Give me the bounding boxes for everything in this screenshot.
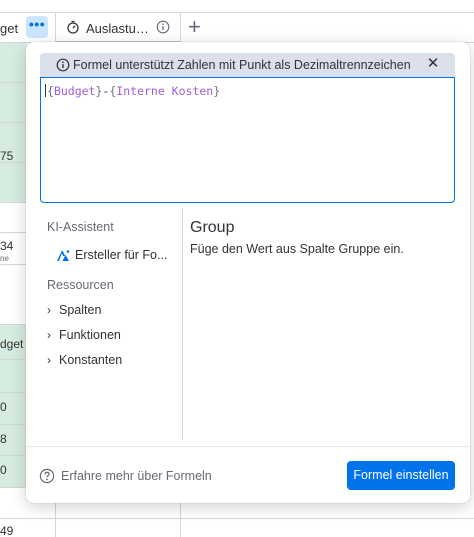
detail-title: Group [190, 219, 235, 236]
row-divider [0, 392, 27, 393]
row-divider [0, 324, 27, 325]
cell-value[interactable]: 0 [0, 463, 7, 477]
column-divider [55, 503, 56, 537]
chevron-right-icon: › [47, 303, 51, 317]
column-divider [180, 12, 181, 43]
info-icon[interactable] [156, 20, 170, 34]
formula-text[interactable]: {Budget}-{Interne Kosten} [45, 84, 220, 98]
row-divider [0, 264, 27, 265]
formula-editor-dialog: Formel unterstützt Zahlen mit Punkt als … [26, 42, 470, 503]
left-column-gap [0, 202, 27, 324]
column-header-budget[interactable]: dget [0, 337, 23, 351]
formula-builder-item[interactable]: Ersteller für Fo... [75, 248, 167, 262]
formula-token-ref: Budget [53, 84, 96, 98]
decimal-notice-banner: Formel unterstützt Zahlen mit Punkt als … [40, 53, 455, 77]
cell-value[interactable]: 49 [0, 524, 13, 537]
text-caret [45, 84, 46, 97]
sidebar-item-funktionen[interactable]: › Funktionen [47, 328, 121, 350]
sidebar-item-konstanten[interactable]: › Konstanten [47, 353, 122, 375]
column-more-button[interactable]: ••• [26, 16, 48, 38]
formula-token-brace: { [47, 84, 54, 98]
chevron-right-icon: › [47, 353, 51, 367]
learn-more-link[interactable]: Erfahre mehr über Formeln [61, 469, 212, 483]
close-icon[interactable]: ✕ [424, 55, 442, 73]
column-header-label[interactable]: Auslastu… [86, 21, 149, 36]
help-icon[interactable] [39, 468, 55, 484]
row-divider [0, 424, 27, 425]
detail-description: Füge den Wert aus Spalte Gruppe ein. [190, 242, 404, 256]
add-column-button[interactable]: + [188, 15, 201, 39]
row-divider [0, 455, 27, 456]
formula-token-ref: Interne Kosten [116, 84, 214, 98]
resources-heading: Ressourcen [47, 278, 114, 292]
ai-assistant-heading: KI-Assistent [47, 220, 114, 234]
row-divider [0, 82, 27, 83]
info-icon [56, 58, 70, 72]
row-divider [0, 122, 27, 123]
sidebar-item-label: Spalten [59, 303, 102, 317]
cell-value[interactable]: 8 [0, 432, 7, 446]
column-divider [180, 503, 181, 537]
cell-value[interactable]: 75 [0, 149, 13, 163]
formula-token-brace: } [213, 84, 221, 98]
column-header-budget[interactable]: get [0, 21, 18, 36]
row-divider [0, 518, 474, 519]
panel-divider [182, 208, 183, 440]
sidebar-item-label: Konstanten [59, 353, 123, 367]
row-divider [0, 359, 27, 360]
monday-ai-icon [57, 250, 70, 261]
sidebar-item-label: Funktionen [59, 328, 121, 342]
set-formula-button[interactable]: Formel einstellen [347, 461, 455, 490]
cell-subtext: ne [0, 254, 9, 263]
board-view: 75 34 ne dget 0 8 0 49 get ••• Auslastu…… [0, 0, 474, 537]
footer-divider [26, 446, 470, 447]
chevron-right-icon: › [47, 328, 51, 342]
row-divider [0, 487, 27, 488]
stopwatch-icon [67, 20, 79, 34]
formula-input[interactable]: {Budget}-{Interne Kosten} [40, 77, 455, 203]
row-divider [0, 202, 27, 203]
notice-text: Formel unterstützt Zahlen mit Punkt als … [73, 58, 411, 72]
row-divider [0, 232, 27, 233]
formula-sidebar: KI-Assistent Ersteller für Fo... Ressour… [40, 212, 182, 442]
cell-value[interactable]: 0 [0, 400, 7, 414]
sidebar-item-spalten[interactable]: › Spalten [47, 303, 101, 325]
cell-value[interactable]: 34 [0, 239, 13, 253]
